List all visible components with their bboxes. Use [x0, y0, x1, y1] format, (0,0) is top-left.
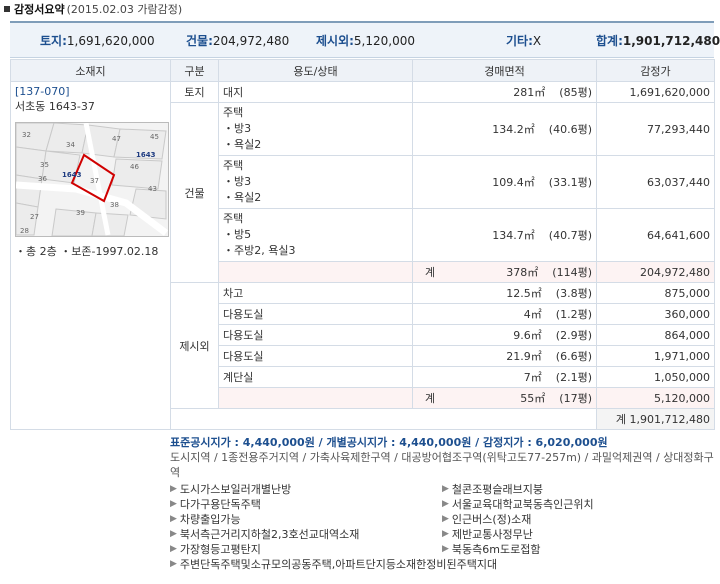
col-header-area: 경매면적 [412, 59, 597, 82]
price-cell: 875,000 [596, 282, 715, 304]
list-item: ▶ 도시가스보일러개별난방 [170, 483, 292, 496]
empty-cell [218, 261, 413, 283]
table-row: [137-070] 서초동 1643-37 32 34 47 45 35 164… [10, 81, 715, 430]
area-cell: 134.2㎡ (40.6평) [412, 102, 597, 156]
summary-total: 합계:1,901,712,480 [596, 33, 720, 48]
col-header-price: 감정가 [596, 59, 715, 82]
map-labels: 32 34 47 45 35 1643 46 36 1643 37 43 27 … [20, 131, 159, 235]
price-cell: 77,293,440 [596, 102, 715, 156]
list-item: ▶ 차량출입가능 [170, 513, 241, 526]
area-cell: 281㎡ (85평) [412, 81, 597, 103]
use-cell: 다용도실 [218, 303, 413, 325]
feature-list: ▶ 도시가스보일러개별난방 ▶ 다가구용단독주택 ▶ 차량출입가능 ▶ 북서측근거리지하… [170, 482, 714, 578]
arrow-icon: ▶ [442, 529, 449, 539]
price-cell: 204,972,480 [596, 261, 715, 283]
list-item: ▶ 북서측근거리지하철2,3호선교대역소재 [170, 528, 360, 541]
arrow-icon: ▶ [442, 544, 449, 554]
bullet-icon [4, 6, 10, 12]
use-cell: 다용도실 [218, 345, 413, 367]
price-cell: 360,000 [596, 303, 715, 325]
empty-cell [170, 408, 597, 430]
arrow-icon: ▶ [170, 529, 177, 539]
arrow-icon: ▶ [170, 544, 177, 554]
area-cell: 109.4㎡ (33.1평) [412, 155, 597, 209]
use-cell: 대지 [218, 81, 413, 103]
land-price-info: 표준공시지가 : 4,440,000원 / 개별공시지가 : 4,440,000… [170, 436, 608, 449]
price-cell: 1,971,000 [596, 345, 715, 367]
col-header-address: 소재지 [10, 59, 171, 82]
category-building: 건물 [170, 102, 219, 283]
use-cell: 주택 ・방5 ・주방2, 욕실3 [218, 208, 413, 262]
arrow-icon: ▶ [442, 514, 449, 524]
area-cell: 134.7㎡ (40.7평) [412, 208, 597, 262]
area-cell: 12.5㎡ (3.8평) [412, 282, 597, 304]
location-map[interactable]: 32 34 47 45 35 1643 46 36 1643 37 43 27 … [15, 122, 169, 237]
list-item: ▶ 북동측6m도로접함 [442, 543, 541, 556]
price-cell: 63,037,440 [596, 155, 715, 209]
list-item: ▶ 서울교육대학교북동측인근위치 [442, 498, 594, 511]
category-extra: 제시외 [170, 282, 219, 409]
arrow-icon: ▶ [170, 559, 177, 569]
area-cell: 계 378㎡ (114평) [412, 261, 597, 283]
list-item: ▶ 가장형등고평탄지 [170, 543, 261, 556]
zoning-info: 도시지역 / 1종전용주거지역 / 가축사육제한구역 / 대공방어협조구역(위탁… [170, 451, 714, 479]
arrow-icon: ▶ [442, 484, 449, 494]
list-item: ▶ 철콘조평슬래브지붕 [442, 483, 544, 496]
area-cell: 계 55㎡ (17평) [412, 387, 597, 409]
table-header-row: 소재지 구분 용도/상태 경매면적 감정가 [10, 59, 715, 82]
price-cell: 64,641,600 [596, 208, 715, 262]
price-cell: 1,691,620,000 [596, 81, 715, 103]
postal-code: [137-070] [15, 85, 70, 98]
list-item: ▶ 다가구용단독주택 [170, 498, 261, 511]
col-header-category: 구분 [170, 59, 219, 82]
price-cell: 864,000 [596, 324, 715, 346]
area-cell: 4㎡ (1.2평) [412, 303, 597, 325]
area-cell: 21.9㎡ (6.6평) [412, 345, 597, 367]
col-header-use: 용도/상태 [218, 59, 413, 82]
appraisal-details: 표준공시지가 : 4,440,000원 / 개별공시지가 : 4,440,000… [170, 435, 714, 578]
use-cell: 계단실 [218, 366, 413, 388]
appraisal-table: 소재지 구분 용도/상태 경매면적 감정가 [137-070] 서초동 1643… [10, 59, 715, 430]
summary-other: 기타:X [506, 33, 542, 48]
empty-cell [218, 387, 413, 409]
list-item: ▶ 주변단독주택및소규모의공동주택,아파트단지등소재한정비된주택지대 [170, 558, 498, 571]
address-cell: [137-070] 서초동 1643-37 32 34 47 45 35 164… [10, 81, 171, 430]
use-cell: 주택 ・방3 ・욕실2 [218, 102, 413, 156]
arrow-icon: ▶ [442, 499, 449, 509]
section-header: 감정서요약 (2015.02.03 가람감정) [0, 0, 720, 18]
appraisal-date: (2015.02.03 가람감정) [66, 3, 183, 16]
area-cell: 7㎡ (2.1평) [412, 366, 597, 388]
use-cell: 주택 ・방3 ・욕실2 [218, 155, 413, 209]
arrow-icon: ▶ [170, 484, 177, 494]
list-item: ▶ 인근버스(정)소재 [442, 513, 532, 526]
address: 서초동 1643-37 [15, 100, 95, 113]
list-item: ▶ 제반교통사정무난 [442, 528, 533, 541]
use-cell: 다용도실 [218, 324, 413, 346]
arrow-icon: ▶ [170, 499, 177, 509]
area-cell: 9.6㎡ (2.9평) [412, 324, 597, 346]
summary-building: 건물:204,972,480 [186, 33, 290, 48]
summary-bar: 토지:1,691,620,000 건물:204,972,480 제시외:5,12… [10, 21, 720, 58]
building-note: ・총 2층 ・보존-1997.02.18 [15, 245, 159, 258]
category-land: 토지 [170, 81, 219, 103]
price-cell: 1,050,000 [596, 366, 715, 388]
arrow-icon: ▶ [170, 514, 177, 524]
grand-total: 계 1,901,712,480 [596, 408, 715, 430]
section-title: 감정서요약 [14, 3, 65, 16]
use-cell: 차고 [218, 282, 413, 304]
summary-extra: 제시외:5,120,000 [316, 33, 415, 48]
summary-land: 토지:1,691,620,000 [40, 33, 155, 48]
price-cell: 5,120,000 [596, 387, 715, 409]
